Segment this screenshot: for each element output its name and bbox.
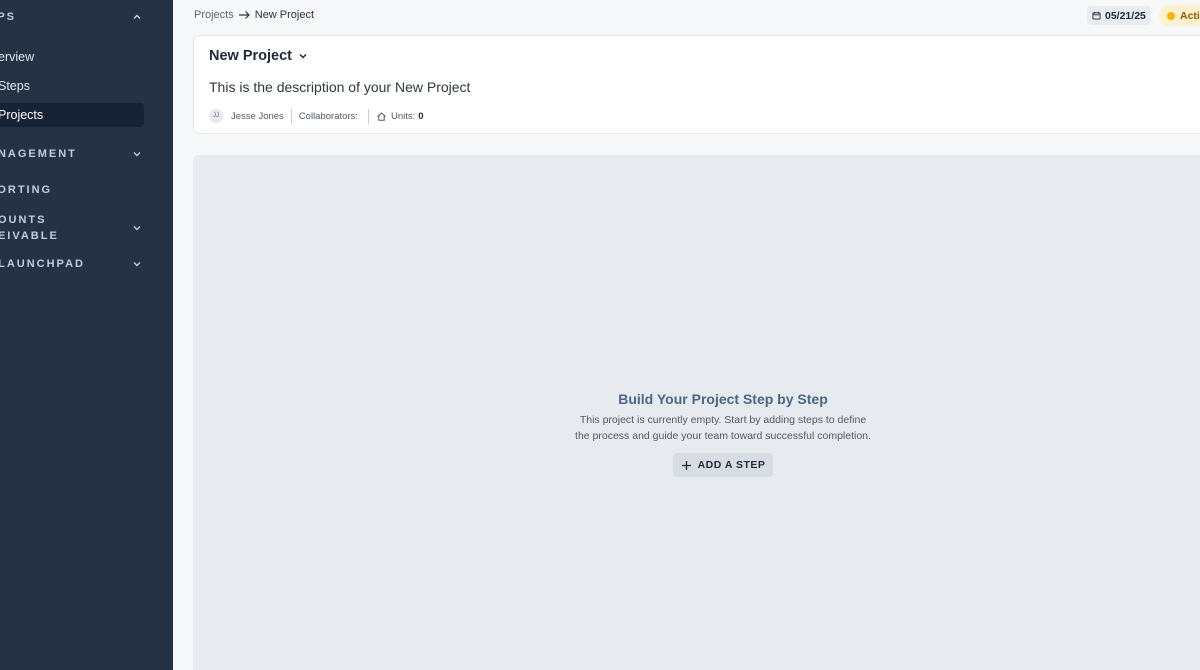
sidebar-section-reporting[interactable]: PORTING <box>0 182 138 198</box>
sidebar-section-label: / LAUNCHPAD <box>0 258 85 270</box>
status-label: Acti <box>1180 9 1200 22</box>
breadcrumb-link-projects[interactable]: Projects <box>194 9 234 21</box>
top-bar: Projects New Project 05/21/25 Acti <box>173 0 1200 32</box>
sidebar-section-label: PORTING <box>0 184 53 196</box>
project-steps-panel: Build Your Project Step by Step This pro… <box>193 155 1200 670</box>
add-step-button[interactable]: ADD A STEP <box>672 453 774 477</box>
sidebar-item-overview[interactable]: erview <box>0 45 34 69</box>
owner-name: Jesse Jones <box>231 110 284 122</box>
sidebar-item-label: Steps <box>0 79 30 93</box>
chevron-down-icon <box>130 147 144 161</box>
status-badge[interactable]: Acti <box>1159 5 1200 26</box>
sidebar-section-label: COUNTS CEIVABLE <box>0 214 59 242</box>
chevron-up-icon <box>130 10 144 24</box>
chevron-down-icon <box>130 221 144 235</box>
project-meta: JJ Jesse Jones Collaborators: Units: 0 <box>209 108 424 124</box>
sidebar-item-label: Projects <box>0 108 44 122</box>
app-root: EPS erview Steps Projects ANAGEMENT PORT… <box>0 0 1200 670</box>
sidebar-item-label: erview <box>0 50 35 64</box>
plus-icon <box>681 460 692 471</box>
empty-state-title: Build Your Project Step by Step <box>618 391 828 407</box>
sidebar-section-label: EPS <box>0 11 17 23</box>
divider <box>290 108 292 124</box>
add-step-label: ADD A STEP <box>697 459 766 471</box>
empty-state: Build Your Project Step by Step This pro… <box>573 391 873 477</box>
sidebar-section-launchpad[interactable]: / LAUNCHPAD <box>0 256 141 272</box>
units-label: Units: <box>390 110 416 122</box>
units-value: 0 <box>418 110 424 122</box>
sidebar-item-steps[interactable]: Steps <box>0 74 30 98</box>
project-description: This is the description of your New Proj… <box>209 79 471 95</box>
calendar-icon <box>1092 11 1101 20</box>
breadcrumb-current: New Project <box>254 9 315 21</box>
project-header-card: New Project This is the description of y… <box>193 35 1200 134</box>
sidebar-section-accounts-receivable[interactable]: COUNTS CEIVABLE <box>0 212 141 244</box>
project-title: New Project <box>209 48 292 64</box>
chevron-down-icon <box>298 51 308 61</box>
chevron-down-icon <box>130 257 144 271</box>
arrow-right-icon <box>238 10 251 20</box>
sidebar: EPS erview Steps Projects ANAGEMENT PORT… <box>0 0 173 670</box>
date-chip[interactable]: 05/21/25 <box>1087 6 1151 25</box>
avatar[interactable]: JJ <box>209 109 223 123</box>
home-icon <box>376 111 387 122</box>
sidebar-section-label: ANAGEMENT <box>0 148 77 160</box>
divider <box>367 108 369 124</box>
breadcrumb: Projects New Project <box>194 9 314 21</box>
project-title-dropdown[interactable]: New Project <box>209 48 308 64</box>
sidebar-section-management[interactable]: ANAGEMENT <box>0 146 141 162</box>
empty-state-text: This project is currently empty. Start b… <box>575 414 871 442</box>
status-dot-icon <box>1167 11 1175 20</box>
date-value: 05/21/25 <box>1105 9 1146 22</box>
sidebar-item-projects[interactable]: Projects <box>0 103 144 127</box>
collaborators-label: Collaborators: <box>298 110 358 122</box>
sidebar-section-steps[interactable]: EPS <box>0 9 141 25</box>
